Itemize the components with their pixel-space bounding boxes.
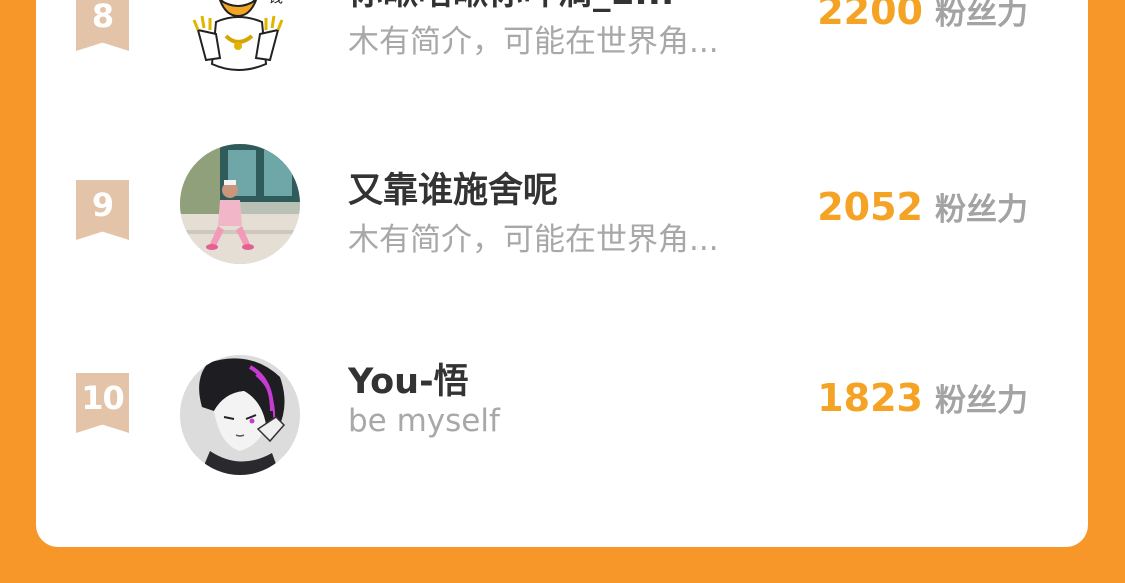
fan-power-value: 2052 <box>817 185 923 229</box>
avatar[interactable] <box>180 355 300 475</box>
rank-number: 9 <box>91 186 114 224</box>
fan-power: 2052 粉丝力 <box>817 184 1028 229</box>
fan-power-unit: 粉丝力 <box>935 0 1028 32</box>
rank-number: 10 <box>81 379 125 417</box>
rank-number: 8 <box>91 0 114 35</box>
fan-power: 2200 粉丝力 <box>817 0 1028 33</box>
rank-badge: 8 <box>76 0 129 51</box>
user-bio: 木有简介，可能在世界角... <box>348 24 719 60</box>
leaderboard-card: 8 有 钱 你瞅啥瞅你咋滴_E... 木有简介，可能在世界角... <box>36 0 1088 547</box>
user-name[interactable]: 你瞅啥瞅你咋滴_E... <box>348 0 674 15</box>
avatar-sticker-text: 钱 <box>268 0 283 6</box>
leaderboard-row[interactable]: 9 又靠谁施舍呢 木有简介，可能在世界角... 2052 粉丝力 <box>36 144 1088 284</box>
user-name[interactable]: 又靠谁施舍呢 <box>348 162 558 213</box>
user-name[interactable]: You-悟 <box>348 353 469 404</box>
rank-badge: 9 <box>76 180 129 240</box>
leaderboard-row[interactable]: 8 有 钱 你瞅啥瞅你咋滴_E... 木有简介，可能在世界角... <box>36 0 1088 94</box>
user-bio: 木有简介，可能在世界角... <box>348 222 719 258</box>
fan-power-unit: 粉丝力 <box>935 192 1028 228</box>
fan-power-value: 1823 <box>817 376 923 420</box>
avatar[interactable]: 有 钱 <box>180 0 300 84</box>
fan-power-value: 2200 <box>817 0 923 33</box>
leaderboard-row[interactable]: 10 You-悟 be myself 1823 粉丝力 <box>36 355 1088 495</box>
avatar[interactable] <box>180 144 300 264</box>
fan-power: 1823 粉丝力 <box>817 375 1028 420</box>
rank-badge: 10 <box>76 373 129 433</box>
fan-power-unit: 粉丝力 <box>935 383 1028 419</box>
user-bio: be myself <box>348 403 500 439</box>
